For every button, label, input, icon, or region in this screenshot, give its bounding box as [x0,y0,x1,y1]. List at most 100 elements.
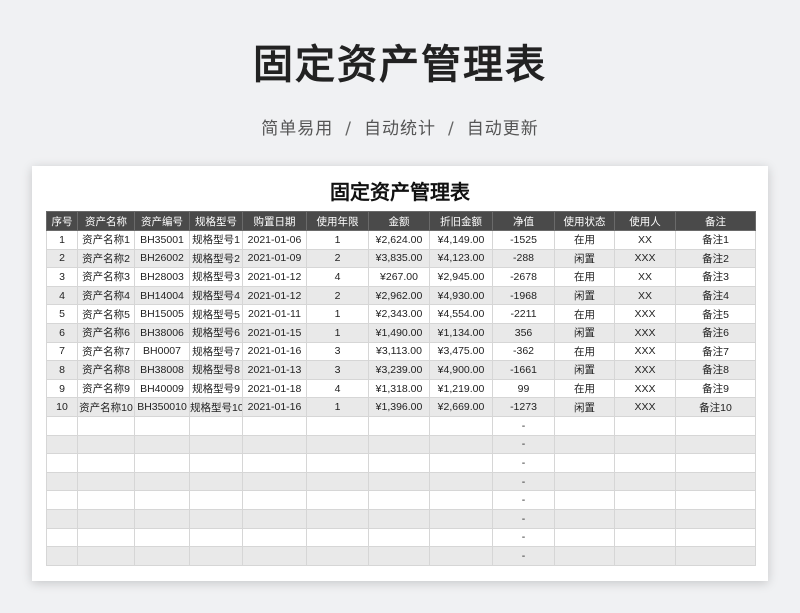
table-cell[interactable]: ¥4,900.00 [429,360,493,380]
table-cell[interactable]: ¥2,343.00 [368,304,430,324]
table-cell[interactable] [554,527,615,548]
table-cell[interactable] [614,453,676,473]
table-cell[interactable]: 6 [46,322,78,343]
table-cell[interactable]: 2021-01-15 [242,322,307,343]
table-cell[interactable]: BH350010 [134,397,190,417]
table-cell[interactable]: ¥3,113.00 [368,341,430,362]
table-cell[interactable]: 在用 [554,341,615,362]
table-cell[interactable]: 3 [306,341,369,362]
table-cell[interactable]: 备注4 [675,285,756,306]
table-cell[interactable]: 3 [306,360,369,380]
table-cell[interactable] [368,415,430,436]
table-cell[interactable] [134,527,190,548]
table-cell[interactable] [242,453,307,473]
table-cell[interactable]: BH40009 [134,378,190,399]
table-cell[interactable] [368,471,430,492]
table-cell[interactable]: 闲置 [554,397,615,417]
table-cell[interactable] [134,508,190,529]
table-cell[interactable] [189,471,243,492]
table-cell[interactable] [614,434,676,455]
table-cell[interactable]: 5 [46,304,78,324]
table-cell[interactable]: 资产名称1 [77,230,135,250]
table-cell[interactable] [242,415,307,436]
table-cell[interactable] [675,527,756,548]
table-cell[interactable]: 1 [306,397,369,417]
table-cell[interactable]: 2021-01-18 [242,378,307,399]
table-cell[interactable]: 1 [306,322,369,343]
table-cell[interactable]: 闲置 [554,285,615,306]
table-cell[interactable] [242,471,307,492]
table-cell[interactable]: XXX [614,341,676,362]
table-cell[interactable]: 2021-01-12 [242,285,307,306]
table-cell[interactable]: BH15005 [134,304,190,324]
table-cell[interactable]: 备注5 [675,304,756,324]
column-header[interactable]: 净值 [492,211,555,231]
table-cell[interactable] [429,508,493,529]
column-header[interactable]: 使用人 [614,211,676,231]
table-cell[interactable]: 闲置 [554,360,615,380]
table-cell[interactable] [368,527,430,548]
table-cell[interactable]: 规格型号4 [189,285,243,306]
table-cell[interactable]: 2 [306,285,369,306]
table-cell[interactable]: 备注3 [675,267,756,287]
table-cell[interactable]: 规格型号9 [189,378,243,399]
table-cell[interactable]: BH28003 [134,267,190,287]
column-header[interactable]: 序号 [46,211,78,231]
column-header[interactable]: 使用年限 [306,211,369,231]
column-header[interactable]: 购置日期 [242,211,307,231]
table-cell[interactable]: XX [614,230,676,250]
table-cell[interactable]: ¥4,149.00 [429,230,493,250]
table-cell[interactable] [134,546,190,566]
table-cell[interactable]: 资产名称9 [77,378,135,399]
table-cell[interactable] [242,527,307,548]
table-cell[interactable] [675,471,756,492]
table-cell[interactable]: 10 [46,397,78,417]
table-cell[interactable] [77,490,135,510]
table-cell[interactable]: ¥4,554.00 [429,304,493,324]
table-cell[interactable] [306,453,369,473]
table-cell[interactable] [306,415,369,436]
table-cell[interactable] [134,490,190,510]
table-cell[interactable]: ¥2,962.00 [368,285,430,306]
table-cell[interactable] [189,453,243,473]
table-cell[interactable] [614,415,676,436]
table-cell[interactable] [46,453,78,473]
table-cell[interactable]: 资产名称5 [77,304,135,324]
table-cell[interactable] [306,471,369,492]
table-cell[interactable]: 备注7 [675,341,756,362]
table-cell[interactable]: XXX [614,322,676,343]
table-cell[interactable]: 7 [46,341,78,362]
table-cell[interactable]: 备注10 [675,397,756,417]
table-cell[interactable] [77,471,135,492]
table-cell[interactable]: 资产名称10 [77,397,135,417]
table-cell[interactable] [614,471,676,492]
table-cell[interactable]: 1 [46,230,78,250]
table-cell[interactable] [189,546,243,566]
table-cell[interactable] [242,546,307,566]
table-cell[interactable] [614,546,676,566]
table-cell[interactable] [368,490,430,510]
table-cell[interactable] [189,415,243,436]
table-cell[interactable] [134,434,190,455]
table-cell[interactable]: 备注8 [675,360,756,380]
table-cell[interactable]: 2021-01-16 [242,341,307,362]
table-cell[interactable]: BH14004 [134,285,190,306]
table-cell[interactable]: 规格型号8 [189,360,243,380]
table-cell[interactable] [306,508,369,529]
table-cell[interactable]: 在用 [554,304,615,324]
table-cell[interactable] [134,453,190,473]
table-cell[interactable]: BH26002 [134,248,190,269]
table-cell[interactable]: 2021-01-09 [242,248,307,269]
table-cell[interactable]: ¥267.00 [368,267,430,287]
table-cell[interactable]: 2021-01-11 [242,304,307,324]
table-cell[interactable]: - [492,527,555,548]
table-cell[interactable] [189,527,243,548]
column-header[interactable]: 金额 [368,211,430,231]
table-cell[interactable] [554,490,615,510]
table-cell[interactable] [554,434,615,455]
table-cell[interactable]: ¥2,669.00 [429,397,493,417]
table-cell[interactable]: 99 [492,378,555,399]
table-cell[interactable] [134,471,190,492]
table-cell[interactable]: BH38008 [134,360,190,380]
table-cell[interactable]: ¥1,490.00 [368,322,430,343]
